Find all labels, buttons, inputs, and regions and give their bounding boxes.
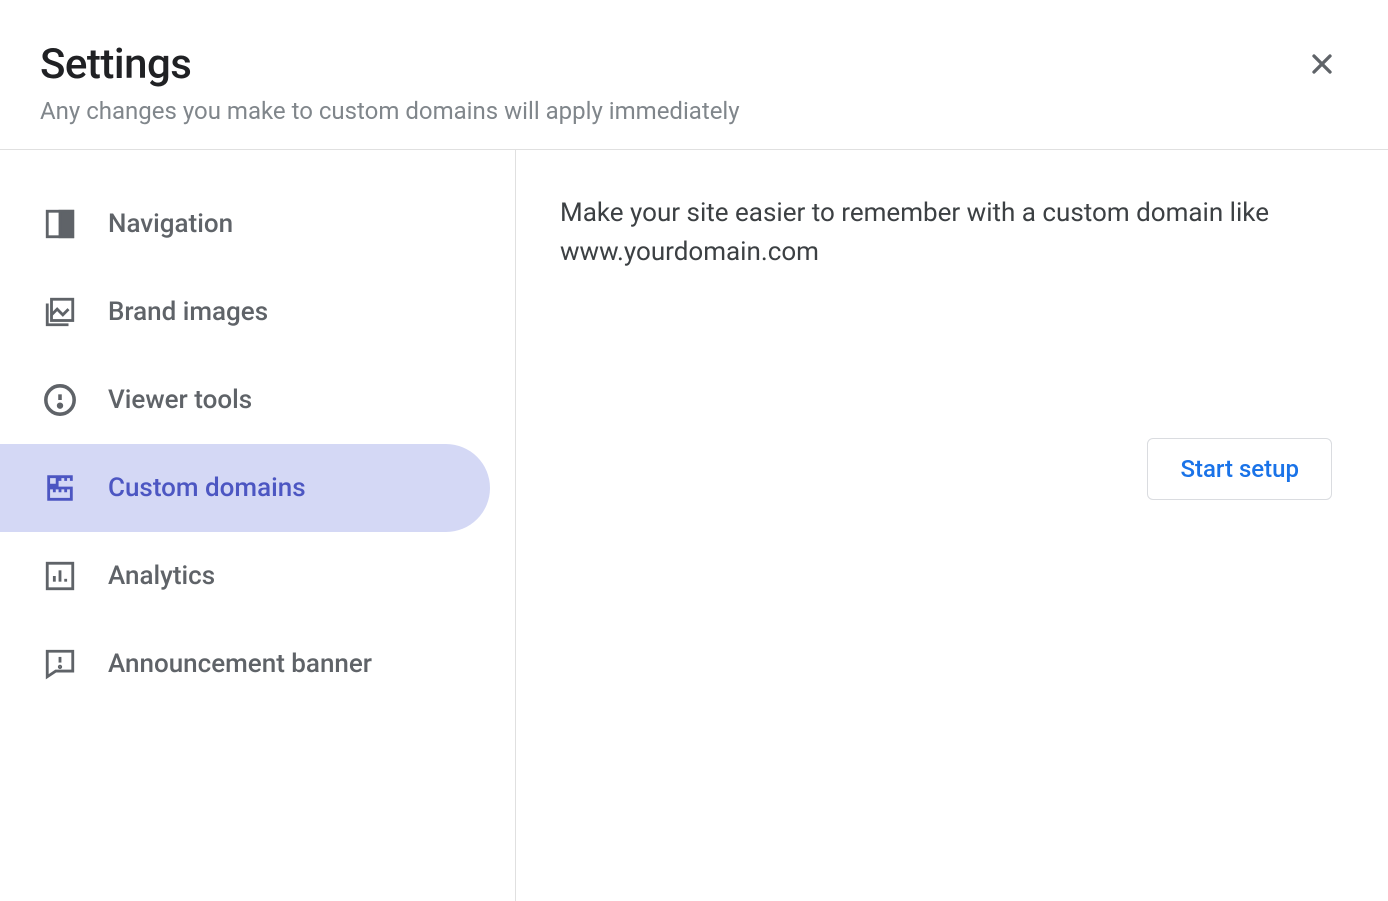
close-button[interactable] xyxy=(1298,42,1346,90)
main-content: Navigation Brand images Viewer tools xyxy=(0,150,1388,901)
navigation-icon xyxy=(40,204,80,244)
announcement-banner-icon xyxy=(40,644,80,684)
custom-domains-icon xyxy=(40,468,80,508)
page-subtitle: Any changes you make to custom domains w… xyxy=(40,97,1348,125)
page-title: Settings xyxy=(40,40,1348,89)
sidebar-item-viewer-tools[interactable]: Viewer tools xyxy=(0,356,515,444)
viewer-tools-icon xyxy=(40,380,80,420)
sidebar-item-label: Viewer tools xyxy=(108,385,252,415)
sidebar-item-custom-domains[interactable]: Custom domains xyxy=(0,444,490,532)
brand-images-icon xyxy=(40,292,80,332)
start-setup-button[interactable]: Start setup xyxy=(1147,438,1332,500)
sidebar-item-label: Brand images xyxy=(108,297,268,327)
analytics-icon xyxy=(40,556,80,596)
sidebar-item-analytics[interactable]: Analytics xyxy=(0,532,515,620)
sidebar-item-brand-images[interactable]: Brand images xyxy=(0,268,515,356)
content-panel: Make your site easier to remember with a… xyxy=(516,150,1388,901)
settings-header: Settings Any changes you make to custom … xyxy=(0,0,1388,150)
sidebar-item-label: Analytics xyxy=(108,561,215,591)
sidebar-item-label: Custom domains xyxy=(108,473,306,503)
sidebar-item-announcement-banner[interactable]: Announcement banner xyxy=(0,620,515,708)
sidebar-item-label: Announcement banner xyxy=(108,649,372,679)
sidebar-item-label: Navigation xyxy=(108,209,233,239)
close-icon xyxy=(1306,48,1338,84)
custom-domain-description: Make your site easier to remember with a… xyxy=(560,194,1332,272)
sidebar-item-navigation[interactable]: Navigation xyxy=(0,180,515,268)
settings-sidebar: Navigation Brand images Viewer tools xyxy=(0,150,516,901)
